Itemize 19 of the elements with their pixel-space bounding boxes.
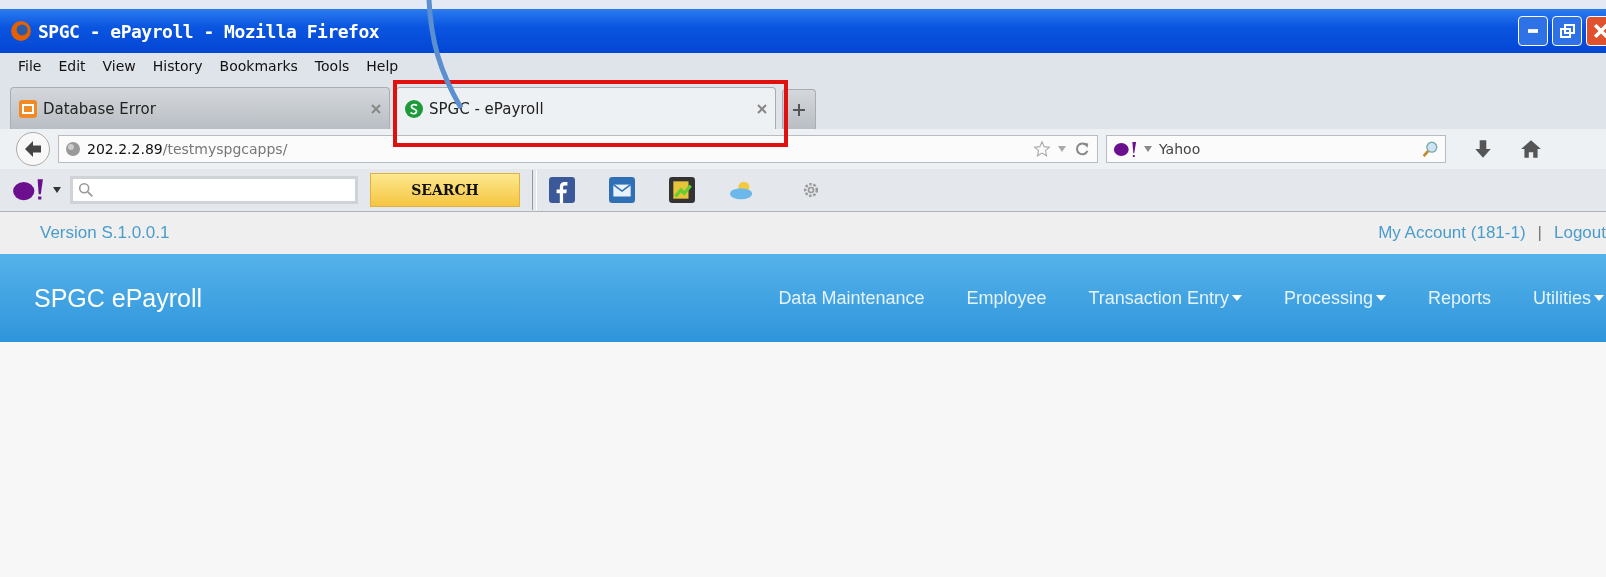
menu-item[interactable]: Bookmarks xyxy=(219,58,298,74)
browser-tab[interactable]: Database Error xyxy=(10,87,390,129)
search-button[interactable]: SEARCH xyxy=(370,173,520,207)
search-field[interactable]: Yahoo xyxy=(1106,135,1446,163)
menu-item[interactable]: File xyxy=(18,58,42,74)
browser-tab[interactable]: SPGC - ePayroll xyxy=(396,87,776,129)
menu-item[interactable]: History xyxy=(152,58,203,74)
address-field[interactable]: 202.2.2.89/testmyspgcapps/ xyxy=(58,135,1098,163)
menu-item[interactable]: Help xyxy=(366,58,399,74)
menu-item[interactable]: View xyxy=(102,58,136,74)
menu-item[interactable]: Edit xyxy=(58,58,86,74)
version-text: Version S.1.0.0.1 xyxy=(40,223,170,243)
search-engine-text: Yahoo xyxy=(1159,141,1201,157)
separator-text: | xyxy=(1537,223,1542,243)
window-title: SPGC - ePayroll - Mozilla Firefox xyxy=(38,20,380,42)
url-text: 202.2.2.89/testmyspgcapps/ xyxy=(87,141,288,157)
tab-title: SPGC - ePayroll xyxy=(429,99,545,118)
tab-title: Database Error xyxy=(43,99,157,118)
menu-item[interactable]: Tools xyxy=(314,58,350,74)
